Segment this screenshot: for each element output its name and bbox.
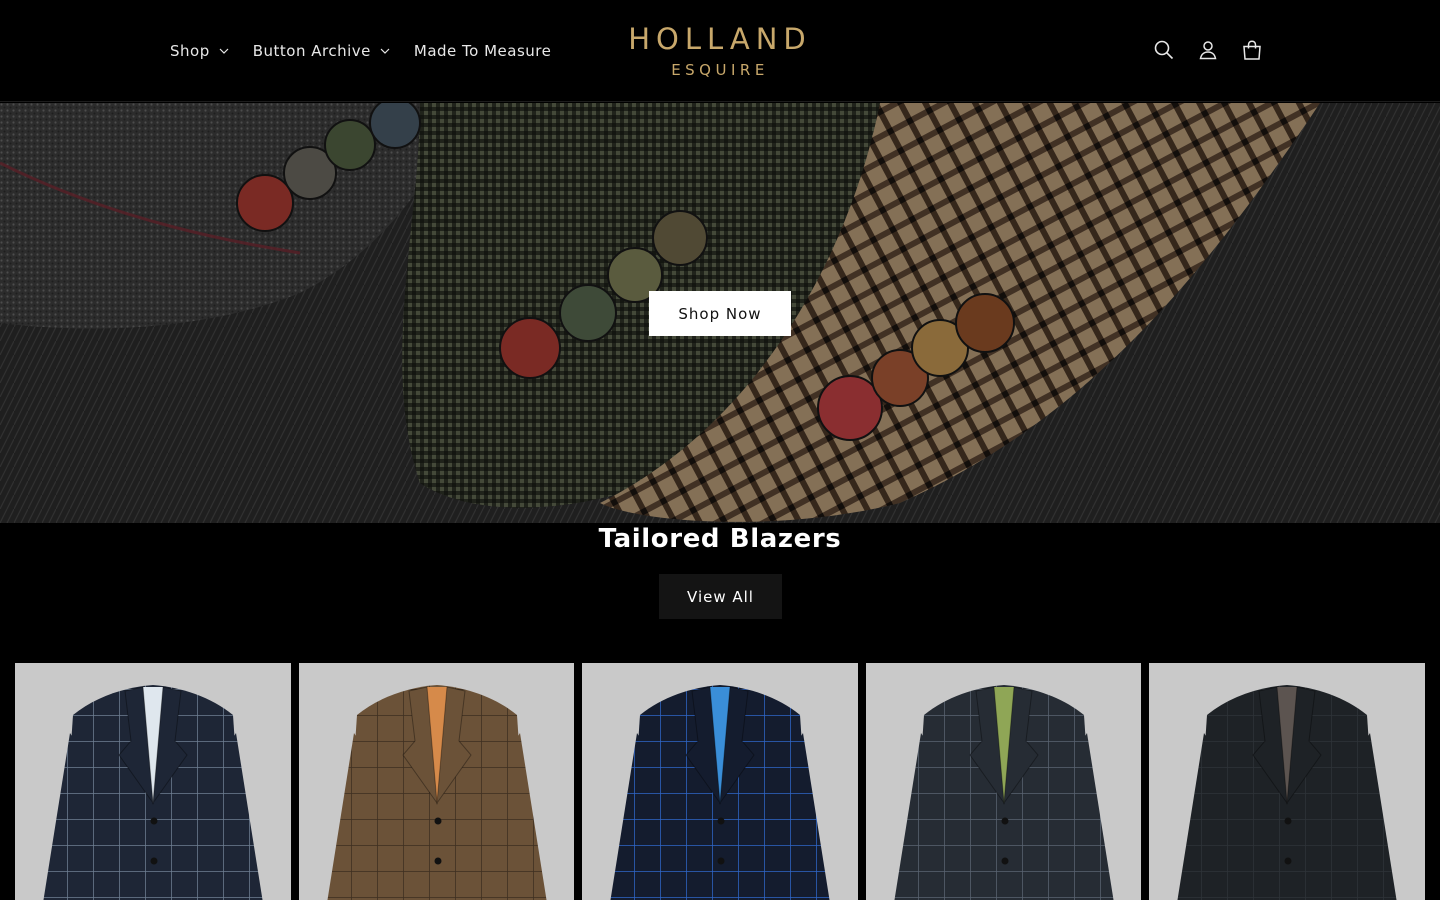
product-card[interactable] [1149,663,1425,900]
view-all-button[interactable]: View All [659,574,782,619]
product-card[interactable] [582,663,858,900]
account-icon [1199,41,1217,60]
collection-title: Tailored Blazers [598,524,842,554]
logo-sub-text: ESQUIRE [671,61,769,79]
product-image [894,685,1114,900]
nav-item-label: Shop [170,42,210,60]
nav-item-made-to-measure[interactable]: Made To Measure [402,42,563,60]
shop-now-button[interactable]: Shop Now [649,291,791,336]
account-button[interactable] [1186,28,1230,72]
site-header: Shop Button Archive Made To Measure HOLL… [0,0,1440,102]
chevron-down-icon [219,48,229,54]
product-card[interactable] [15,663,291,900]
product-image [610,685,830,900]
nav-item-shop[interactable]: Shop [158,42,241,60]
search-icon [1154,40,1174,60]
product-grid [15,663,1425,900]
nav-item-label: Made To Measure [413,42,552,60]
hero-banner: Shop Now [0,103,1440,523]
chevron-down-icon [380,48,390,54]
product-card[interactable] [298,663,575,900]
nav-item-button-archive[interactable]: Button Archive [241,42,402,60]
logo-main-text: HOLLAND [628,22,812,56]
product-card[interactable] [865,663,1142,900]
main-nav: Shop Button Archive Made To Measure [158,36,563,66]
cart-icon [1243,40,1261,60]
site-logo[interactable]: HOLLAND ESQUIRE [560,24,880,80]
search-button[interactable] [1142,28,1186,72]
header-icons [1142,28,1274,72]
product-image [1177,685,1397,900]
cart-button[interactable] [1230,28,1274,72]
product-image [43,685,263,900]
nav-item-label: Button Archive [252,42,371,60]
product-image [327,685,547,900]
